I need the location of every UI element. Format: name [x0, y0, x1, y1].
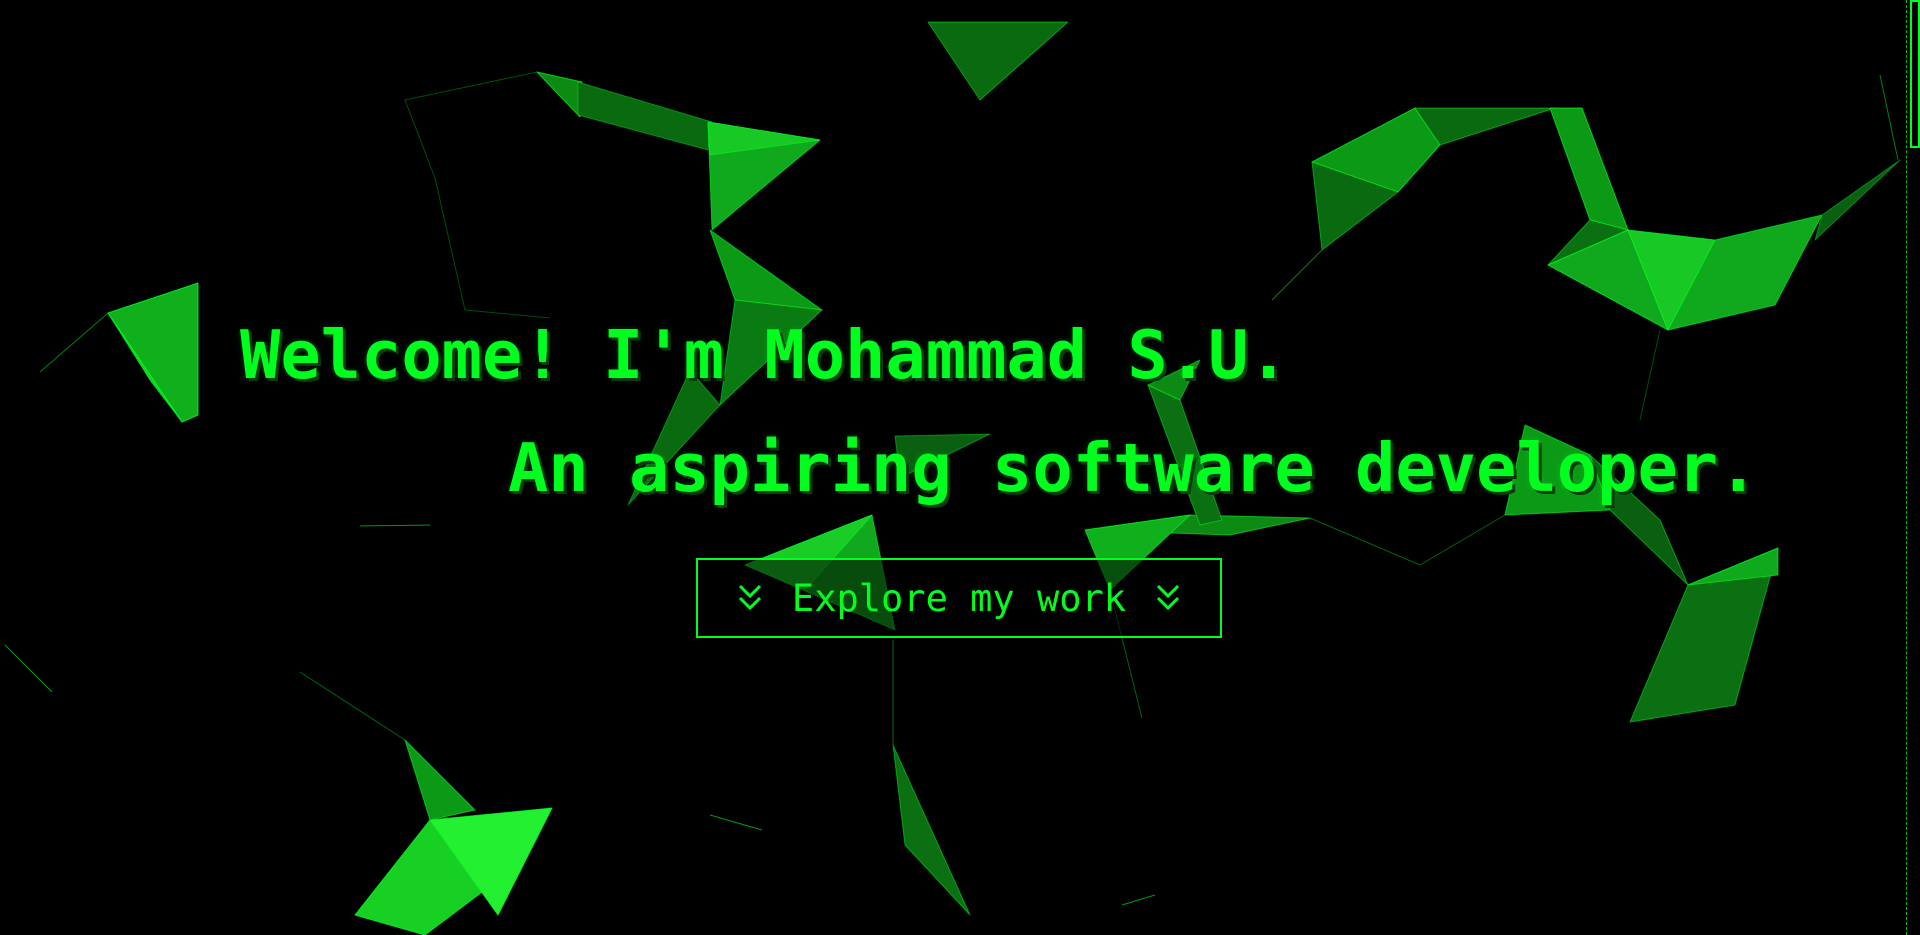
double-chevron-down-icon: [1157, 584, 1180, 611]
hero-tagline: An aspiring software developer.: [508, 429, 1759, 507]
double-chevron-down-icon: [738, 584, 761, 611]
hero-section: Welcome! I'm Mohammad S.U. An aspiring s…: [0, 0, 1920, 935]
explore-work-label: Explore my work: [791, 576, 1127, 620]
hero-greeting: Welcome! I'm Mohammad S.U.: [240, 316, 1289, 394]
explore-work-button[interactable]: Explore my work: [696, 558, 1222, 638]
scrollbar-thumb[interactable]: [1910, 0, 1920, 148]
page-scrollbar[interactable]: [1906, 0, 1920, 935]
